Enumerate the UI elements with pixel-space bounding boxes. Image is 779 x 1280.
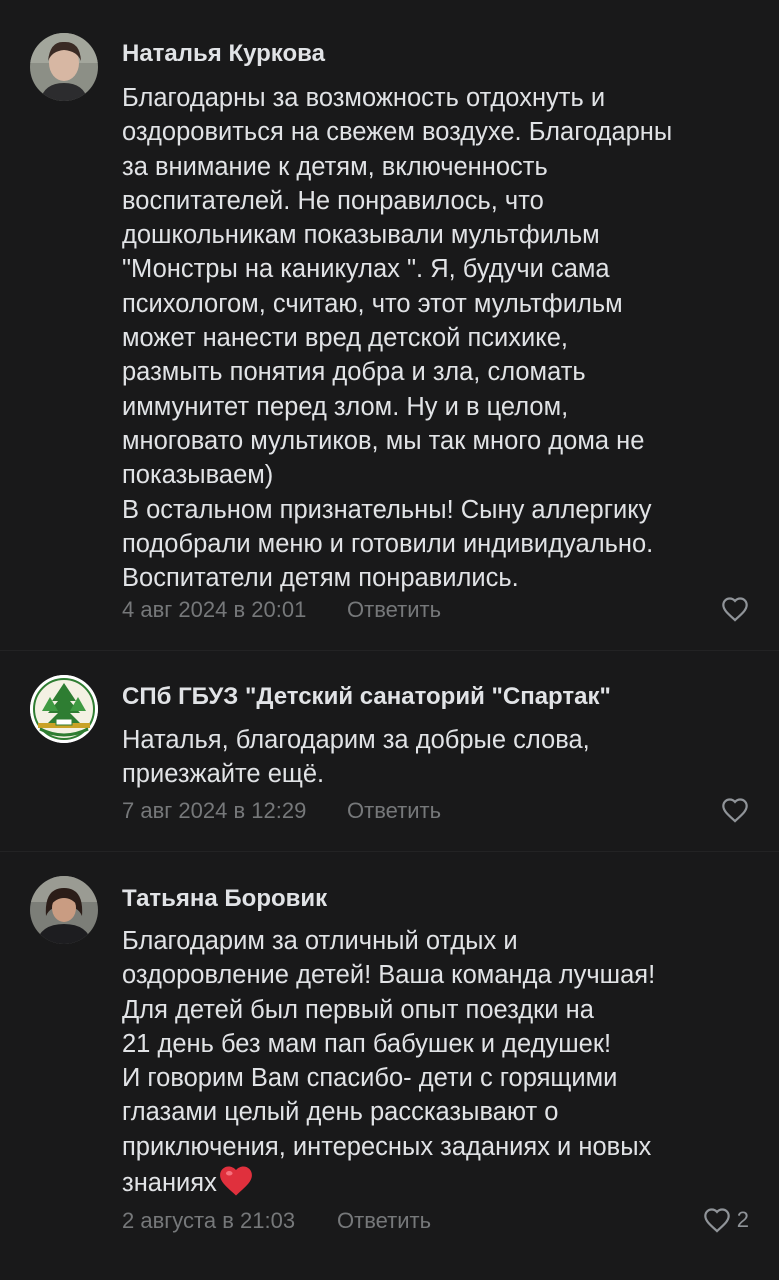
- comment-text-line: оздоровиться на свежем воздухе. Благодар…: [122, 118, 673, 147]
- comment-text-line: И говорим Вам спасибо- дети с горящими: [122, 1064, 618, 1093]
- comment-author[interactable]: Наталья Куркова: [122, 40, 325, 68]
- comment-text-line: оздоровление детей! Ваша команда лучшая!: [122, 961, 656, 990]
- comment-text-line: многовато мультиков, мы так много дома н…: [122, 426, 645, 455]
- comment-text-line: психологом, считаю, что этот мультфильм: [122, 289, 623, 318]
- comment-text-line: "Монстры на каникулах ". Я, будучи сама: [122, 255, 610, 284]
- comment-text-line: Для детей был первый опыт поездки на: [122, 995, 594, 1024]
- comment-text-line: может нанести вред детской психике,: [122, 324, 569, 353]
- comment-text-line: размыть понятия добра и зла, сломать: [122, 358, 586, 387]
- comment-text-line: Наталья, благодарим за добрые слова,: [122, 726, 590, 754]
- sanatorium-logo-icon: [30, 675, 98, 743]
- comment-text-line: показываем): [122, 461, 274, 490]
- comment-date: 7 авг 2024 в 12:29: [122, 798, 307, 823]
- comment-text-line: глазами целый день рассказывают о: [122, 1098, 559, 1127]
- like-count: 2: [736, 1207, 749, 1232]
- heart-outline-icon: [703, 1208, 730, 1233]
- avatar[interactable]: [30, 876, 98, 944]
- comment-text-line: Благодарим за отличный отдых и: [122, 927, 518, 955]
- comment-text-line: воспитателей. Не понравилось, что: [122, 186, 544, 215]
- user-photo-icon: [30, 33, 98, 101]
- comment-text-fragment: знаниях: [122, 1169, 217, 1198]
- comment-text-line: подобрали меню и готовили индивидуально.: [122, 529, 654, 558]
- comment-date: 2 августа в 21:03: [122, 1208, 296, 1233]
- comment-text-line: иммунитет перед злом. Ну и в целом,: [122, 392, 569, 421]
- comment-text: Благодарим за отличный отдых и оздоровле…: [122, 924, 762, 1200]
- comment-item: Наталья Куркова Благодарны за возможност…: [0, 0, 779, 650]
- comment-item: СПб ГБУЗ "Детский санаторий "Спартак" На…: [0, 651, 779, 851]
- avatar[interactable]: [30, 675, 98, 743]
- comment-text-line: за внимание к детям, включенность: [122, 152, 548, 181]
- heart-outline-icon: [722, 597, 748, 622]
- comment-author[interactable]: СПб ГБУЗ "Детский санаторий "Спартак": [122, 683, 611, 711]
- reply-button[interactable]: Ответить: [347, 597, 441, 623]
- comment-item: Татьяна Боровик Благодарим за отличный о…: [0, 852, 779, 1280]
- like-button[interactable]: [721, 596, 749, 622]
- red-heart-emoji-icon: [219, 1166, 252, 1196]
- comment-text-line: Воспитатели детям понравились.: [122, 564, 519, 593]
- like-button[interactable]: [721, 797, 749, 823]
- comment-text-line: 21 день без мам пап бабушек и дедушек!: [122, 1029, 612, 1058]
- comment-date: 4 авг 2024 в 20:01: [122, 597, 307, 622]
- comment-author[interactable]: Татьяна Боровик: [122, 885, 327, 913]
- heart-outline-icon: [722, 798, 748, 823]
- user-photo-icon: [30, 876, 98, 944]
- comment-text-line: дошкольникам показывали мультфильм: [122, 221, 600, 250]
- comment-text-line-last: знаниях: [122, 1164, 762, 1200]
- comment-text-line: В остальном признательны! Сыну аллергику: [122, 495, 652, 524]
- reply-button[interactable]: Ответить: [347, 798, 441, 824]
- avatar[interactable]: [30, 33, 98, 101]
- comment-text-line: приключения, интересных заданиях и новых: [122, 1132, 652, 1161]
- comment-text-line: приезжайте ещё.: [122, 760, 325, 789]
- comment-text-line: Благодарны за возможность отдохнуть и: [122, 84, 606, 112]
- like-button[interactable]: 2: [703, 1207, 749, 1233]
- comment-text: Благодарны за возможность отдохнуть и оз…: [122, 81, 762, 595]
- comment-text: Наталья, благодарим за добрые слова, при…: [122, 723, 762, 792]
- reply-button[interactable]: Ответить: [337, 1208, 431, 1234]
